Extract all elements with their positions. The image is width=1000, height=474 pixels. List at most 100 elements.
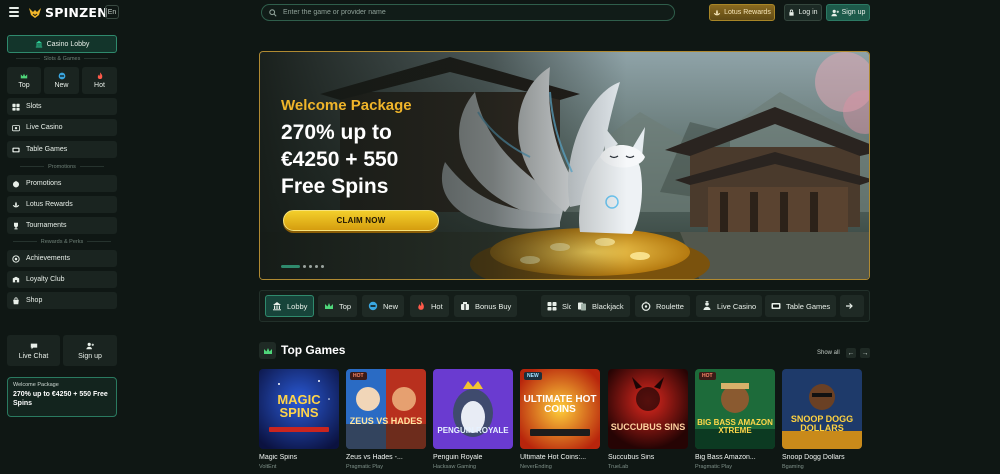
game-art-title: SNOOP DOGG DOLLARS: [790, 414, 854, 433]
game-thumbnail[interactable]: HOT ZEUS VS HADES: [346, 369, 426, 449]
game-thumbnail[interactable]: HOT BIG BASS AMAZON XTREME: [695, 369, 775, 449]
claim-now-button[interactable]: CLAIM NOW: [283, 210, 439, 231]
game-card-big-bass-amazon[interactable]: HOT BIG BASS AMAZON XTREME Big Bass Amaz…: [695, 369, 775, 474]
category-label: Blackjack: [592, 301, 624, 311]
sidebar-item-label: Casino Lobby: [46, 40, 90, 48]
game-card-magic-spins[interactable]: MAGIC SPINS Magic Spins VoltEnt: [259, 369, 339, 474]
chevron-right-icon: [844, 301, 854, 311]
category-label: Top: [339, 301, 352, 311]
sidebar-item-loyalty-club[interactable]: Loyalty Club: [7, 271, 117, 288]
sidebar-item-label: Loyalty Club: [26, 276, 65, 283]
category-label: Table Games: [786, 301, 831, 311]
game-provider: VoltEnt: [259, 464, 277, 470]
game-provider: NeverEnding: [520, 464, 552, 470]
sidebar-item-label: Slots: [26, 103, 42, 110]
carousel-dot[interactable]: [281, 265, 300, 268]
login-label: Log in: [798, 9, 818, 16]
carousel-dot[interactable]: [309, 265, 312, 268]
category-scroll-button[interactable]: [840, 295, 864, 317]
sidebar-item-label: Live Casino: [26, 124, 63, 131]
sidebar-item-live-casino[interactable]: Live Casino: [7, 119, 117, 136]
prev-arrow-button[interactable]: ←: [846, 348, 856, 358]
crown-icon: [263, 347, 272, 354]
slots-icon: [12, 103, 20, 111]
game-provider: TrueLab: [608, 464, 629, 470]
carousel-dot[interactable]: [303, 265, 306, 268]
lobby-icon: [35, 40, 43, 48]
category-new[interactable]: New: [362, 295, 405, 317]
game-card-ultimate-hot-coins[interactable]: NEW ULTIMATE HOT COINS Ultimate Hot Coin…: [520, 369, 600, 474]
category-table-games[interactable]: Table Games: [765, 295, 837, 317]
arrow-right-icon: →: [861, 349, 869, 357]
hero-banner[interactable]: Welcome Package 270% up to €4250 + 550 F…: [259, 51, 870, 280]
sidebar-signup-button[interactable]: Sign up: [63, 335, 117, 366]
brand-logo[interactable]: SPINZEN: [28, 5, 108, 20]
game-provider: Pragmatic Play: [346, 464, 383, 470]
fox-logo-icon: [29, 7, 41, 18]
category-live-casino[interactable]: Live Casino: [696, 295, 763, 317]
carousel-dot[interactable]: [315, 265, 318, 268]
game-card-penguin-royale[interactable]: PENGUIN ROYALE Penguin Royale Hacksaw Ga…: [433, 369, 513, 474]
new-badge: NEW: [524, 372, 542, 380]
flame-icon: [96, 72, 104, 80]
sidebar-quick-top[interactable]: Top: [7, 67, 41, 94]
welcome-package-card[interactable]: Welcome Package 270% up to €4250 + 550 F…: [7, 377, 117, 417]
sidebar-item-casino-lobby[interactable]: Casino Lobby: [7, 35, 117, 53]
game-provider: Hacksaw Gaming: [433, 464, 477, 470]
quick-label: Top: [18, 82, 30, 89]
next-arrow-button[interactable]: →: [860, 348, 870, 358]
roulette-icon: [641, 301, 651, 311]
game-card-snoop-dogg-dollars[interactable]: SNOOP DOGG DOLLARS Snoop Dogg Dollars Bg…: [782, 369, 862, 474]
game-name: Snoop Dogg Dollars: [782, 454, 845, 461]
game-provider: Pragmatic Play: [695, 464, 732, 470]
section-label-promotions: Promotions: [7, 164, 117, 170]
sidebar-item-lotus-rewards[interactable]: Lotus Rewards: [7, 196, 117, 213]
sidebar-item-tournaments[interactable]: Tournaments: [7, 217, 117, 234]
sidebar-quick-hot[interactable]: Hot: [82, 67, 117, 94]
category-bonus-buy[interactable]: Bonus Buy: [454, 295, 518, 317]
game-card-zeus-vs-hades[interactable]: HOT ZEUS VS HADES Zeus vs Hades -... Pra…: [346, 369, 426, 474]
category-label: New: [383, 301, 399, 311]
game-art: [346, 369, 426, 449]
sidebar-item-shop[interactable]: Shop: [7, 292, 117, 309]
sidebar-item-slots[interactable]: Slots: [7, 98, 117, 115]
search-bar[interactable]: [261, 4, 675, 21]
show-all-link[interactable]: Show all: [817, 350, 840, 356]
search-input[interactable]: [283, 9, 643, 16]
live-chat-button[interactable]: Live Chat: [7, 335, 60, 366]
game-art-title: ZEUS VS HADES: [349, 416, 423, 426]
sidebar-item-table-games[interactable]: Table Games: [7, 141, 117, 158]
game-art-title: ULTIMATE HOT COINS: [523, 394, 597, 415]
lotus-rewards-button[interactable]: Lotus Rewards: [709, 4, 775, 21]
hot-badge: HOT: [350, 372, 367, 380]
add-user-icon: [86, 342, 94, 350]
game-thumbnail[interactable]: SNOOP DOGG DOLLARS: [782, 369, 862, 449]
category-top[interactable]: Top: [318, 295, 358, 317]
game-art-title: SUCCUBUS SINS: [610, 422, 686, 432]
game-thumbnail[interactable]: SUCCUBUS SINS: [608, 369, 688, 449]
live-chat-label: Live Chat: [18, 352, 49, 360]
sidebar-quick-new[interactable]: New: [44, 67, 79, 94]
sidebar-item-promotions[interactable]: Promotions: [7, 175, 117, 192]
carousel-dots[interactable]: [281, 265, 324, 268]
login-button[interactable]: Log in: [784, 4, 822, 21]
game-name: Magic Spins: [259, 454, 298, 461]
category-lobby[interactable]: Lobby: [265, 295, 315, 317]
category-hot[interactable]: Hot: [410, 295, 449, 317]
live-casino-icon: [702, 301, 712, 311]
category-roulette[interactable]: Roulette: [635, 295, 690, 317]
shop-icon: [12, 296, 20, 305]
sidebar-item-achievements[interactable]: Achievements: [7, 250, 117, 267]
carousel-dot[interactable]: [321, 265, 324, 268]
game-thumbnail[interactable]: MAGIC SPINS: [259, 369, 339, 449]
game-thumbnail[interactable]: NEW ULTIMATE HOT COINS: [520, 369, 600, 449]
chat-icon: [30, 342, 38, 350]
category-blackjack[interactable]: Blackjack: [571, 295, 630, 317]
menu-icon[interactable]: [9, 7, 19, 17]
game-thumbnail[interactable]: PENGUIN ROYALE: [433, 369, 513, 449]
signup-button[interactable]: Sign up: [826, 4, 870, 21]
sidebar-item-label: Lotus Rewards: [26, 201, 73, 208]
lock-icon: [789, 9, 795, 16]
game-card-succubus-sins[interactable]: SUCCUBUS SINS Succubus Sins TrueLab: [608, 369, 688, 474]
language-selector[interactable]: En: [105, 5, 119, 19]
